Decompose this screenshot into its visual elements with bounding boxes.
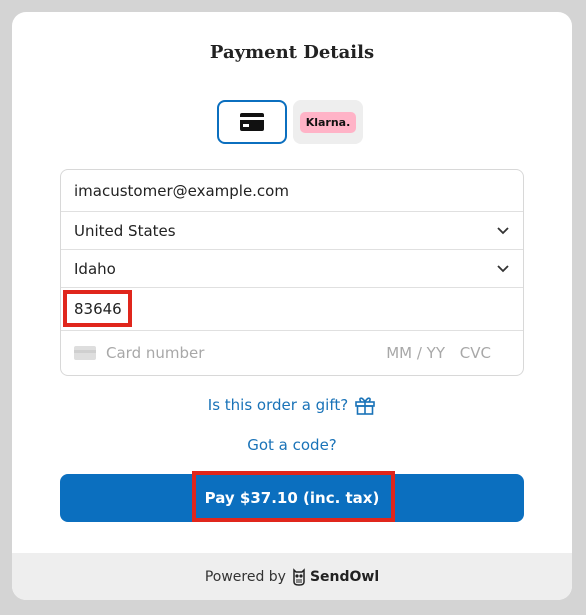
email-field[interactable]: imacustomer@example.com [61, 170, 523, 212]
klarna-logo: Klarna. [299, 111, 357, 133]
powered-by-text: Powered by [204, 568, 286, 585]
payment-method-selector: Klarna. [217, 100, 363, 144]
owl-icon [293, 567, 305, 586]
gift-icon [355, 397, 376, 415]
gift-link[interactable]: Is this order a gift? [12, 395, 572, 415]
cvc-field[interactable]: CVC [460, 344, 491, 362]
country-value: United States [74, 221, 176, 240]
zip-value: 83646 [74, 300, 122, 318]
zip-field[interactable]: 83646 [61, 288, 523, 331]
promo-code-link[interactable]: Got a code? [12, 436, 572, 454]
sendowl-brand[interactable]: SendOwl [292, 567, 380, 586]
chevron-down-icon [497, 264, 509, 272]
chevron-down-icon [497, 226, 509, 234]
footer: Powered by SendOwl [12, 553, 572, 600]
payment-form: imacustomer@example.com United States Id… [60, 169, 524, 376]
credit-card-icon [240, 113, 264, 131]
email-value: imacustomer@example.com [74, 181, 289, 200]
state-select[interactable]: Idaho [61, 250, 523, 288]
card-method-button[interactable] [217, 100, 287, 144]
page-title: Payment Details [209, 42, 375, 63]
card-number-placeholder: Card number [106, 344, 205, 362]
expiry-field[interactable]: MM / YY [386, 344, 445, 362]
payment-card: Payment Details Klarna. imacustomer@exam… [12, 12, 572, 600]
state-value: Idaho [74, 259, 116, 278]
klarna-method-button[interactable]: Klarna. [293, 100, 363, 144]
country-select[interactable]: United States [61, 212, 523, 250]
gift-link-label: Is this order a gift? [207, 396, 349, 414]
sendowl-label: SendOwl [309, 568, 380, 585]
card-placeholder-icon [74, 346, 96, 360]
card-number-field[interactable]: Card number MM / YY CVC [61, 331, 523, 375]
pay-button[interactable]: Pay $37.10 (inc. tax) [60, 474, 524, 522]
